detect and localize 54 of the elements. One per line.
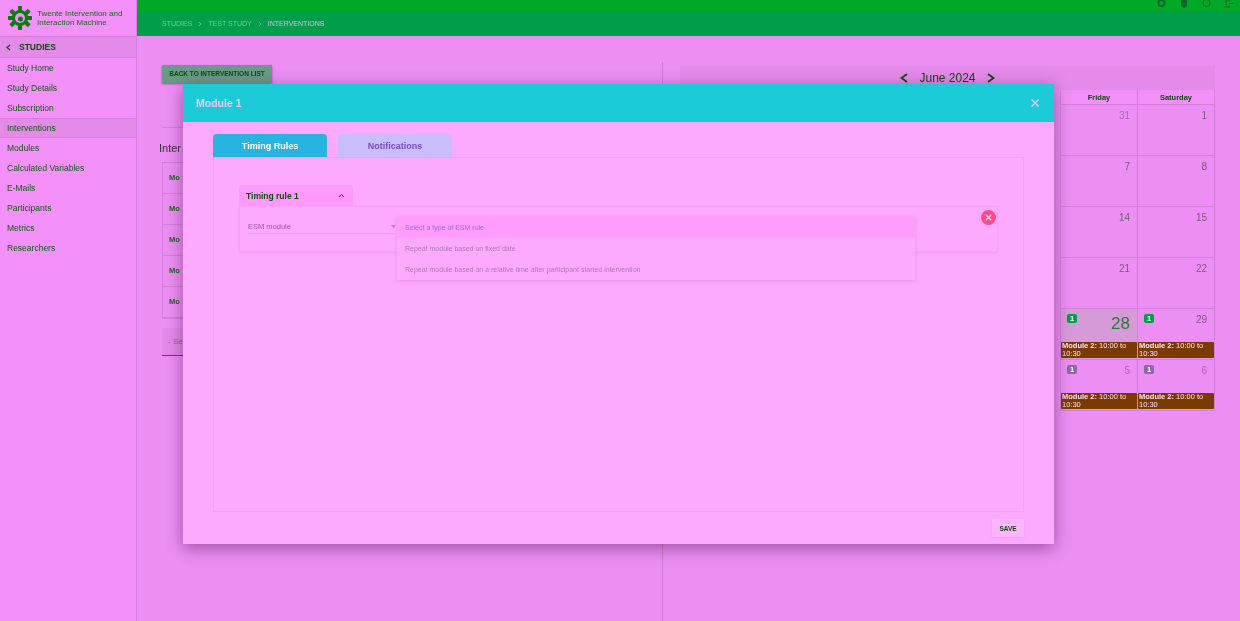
calendar-day-cell[interactable]: 7 (1061, 156, 1137, 207)
logout-icon[interactable] (1225, 0, 1234, 8)
calendar-day-cell[interactable]: 15 (1138, 207, 1214, 258)
dialog-title: Module 1 (196, 97, 242, 109)
day-number: 8 (1201, 161, 1207, 172)
day-number: 7 (1124, 161, 1130, 172)
chevron-left-icon[interactable] (900, 73, 909, 83)
day-number: 28 (1111, 314, 1130, 334)
tab[interactable]: Notifications (338, 134, 452, 157)
day-number: 31 (1118, 110, 1130, 121)
day-number: 29 (1195, 314, 1207, 325)
sidebar-item[interactable]: Study Details (0, 78, 136, 98)
sidebar-item[interactable]: E-Mails (0, 178, 136, 198)
chevron-right-icon (198, 20, 203, 27)
sidebar-item[interactable]: Participants (0, 198, 136, 218)
day-number: 21 (1118, 263, 1130, 274)
tab[interactable]: Timing Rules (213, 134, 327, 157)
section-heading: Inter (159, 140, 181, 156)
dropdown-arrow-icon (391, 224, 396, 228)
day-number: 14 (1118, 212, 1130, 223)
day-number: 5 (1124, 365, 1130, 376)
chevron-right-icon[interactable] (986, 73, 995, 83)
calendar-day-cell[interactable]: 22 (1138, 258, 1214, 309)
sidebar-item[interactable]: Interventions (0, 118, 136, 138)
rule-title: Timing rule 1 (246, 190, 299, 201)
chevron-right-icon (257, 20, 262, 27)
sidebar-section-title: STUDIES (19, 42, 56, 52)
sidebar-item[interactable]: Study Home (0, 58, 136, 78)
day-number: 22 (1195, 263, 1207, 274)
chevron-up-icon (338, 193, 345, 198)
close-icon (1030, 98, 1040, 108)
sidebar-item[interactable]: Modules (0, 138, 136, 158)
calendar-day-cell[interactable]: 1 (1138, 105, 1214, 156)
day-number: 6 (1201, 365, 1207, 376)
calendar-month: June 2024 (919, 71, 976, 85)
close-circle-icon (981, 210, 996, 225)
sidebar-item[interactable]: Researchers (0, 238, 136, 258)
chevron-left-icon (6, 43, 11, 51)
close-button[interactable] (1030, 98, 1040, 108)
app-title: Twente Intervention and Interaction Machine (37, 9, 124, 27)
shield-icon[interactable] (1180, 0, 1188, 8)
sidebar-item[interactable]: Calculated Variables (0, 158, 136, 178)
select-field[interactable]: - Sel (162, 327, 183, 356)
day-number: 15 (1195, 212, 1207, 223)
calendar-day-cell[interactable]: 31 (1061, 105, 1137, 156)
calendar-day-cell[interactable]: 14 (1061, 207, 1137, 258)
sidebar-item[interactable]: Subscription (0, 98, 136, 118)
calendar-day-cell[interactable]: 8 (1138, 156, 1214, 207)
gear-logo-icon (8, 6, 32, 30)
day-number: 1 (1201, 110, 1207, 121)
rule-header[interactable]: Timing rule 1 (239, 185, 353, 206)
sidebar-back-item[interactable]: STUDIES (0, 36, 136, 58)
remove-button[interactable] (981, 210, 996, 225)
sidebar-item[interactable]: Metrics (0, 218, 136, 238)
